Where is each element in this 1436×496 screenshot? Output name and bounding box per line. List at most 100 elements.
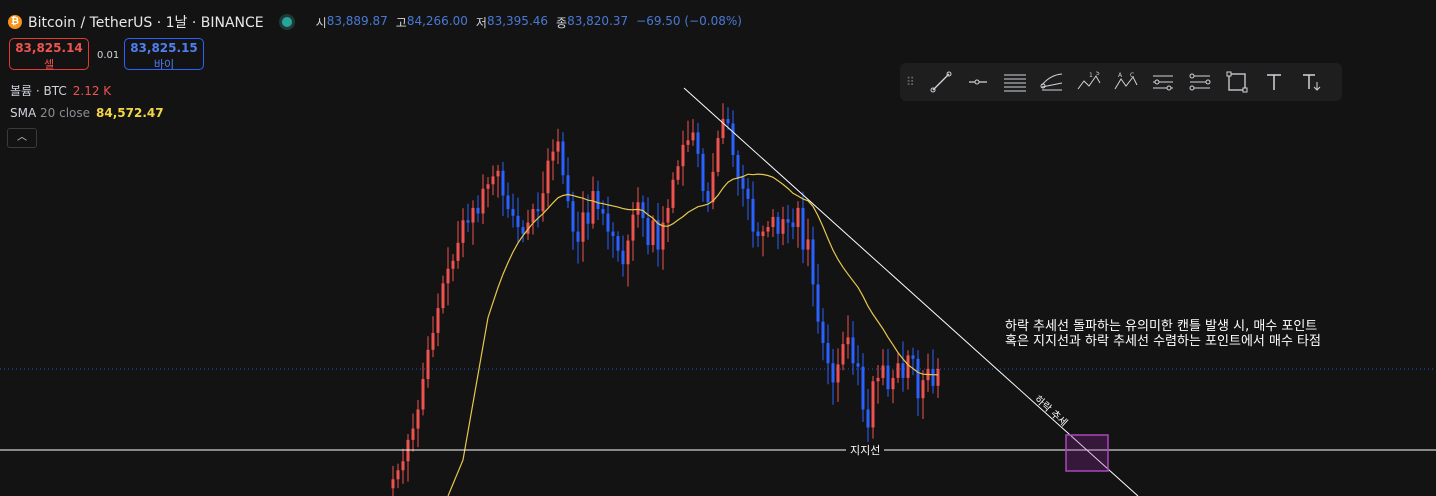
buy-zone-box[interactable]: [1065, 434, 1109, 472]
candle-body: [451, 260, 455, 269]
candle-body: [796, 207, 800, 228]
candle-body: [396, 470, 400, 480]
candle-body: [456, 242, 460, 261]
candle-body: [741, 177, 745, 189]
candle-body: [646, 218, 650, 246]
candle-body: [766, 227, 770, 232]
candle-body: [616, 236, 620, 251]
candle-body: [686, 140, 690, 145]
candle-body: [706, 191, 710, 203]
candle-body: [691, 132, 695, 141]
candle-body: [536, 209, 540, 212]
candle-body: [871, 381, 875, 428]
candle-body: [906, 355, 910, 378]
candle-body: [831, 363, 835, 383]
candle-body: [501, 170, 505, 196]
candle-body: [566, 175, 570, 202]
elliott-wave-icon[interactable]: 15: [1071, 67, 1107, 97]
candle-body: [401, 461, 405, 471]
candle-body: [891, 377, 895, 390]
candle-body: [806, 239, 810, 250]
candle-body: [531, 209, 535, 223]
candle-body: [466, 220, 470, 223]
volume-indicator-legend[interactable]: 볼륨 · BTC 2.12 K: [10, 82, 111, 99]
ohlc-values: 시 83,889.87 고 84,266.00 저 83,395.46 종 83,820…: [315, 13, 742, 30]
buy-button[interactable]: 83,825.15 바이: [124, 38, 204, 71]
strategy-note[interactable]: 하락 추세선 돌파하는 유의미한 캔틀 발생 시, 매수 포인트 혹은 지지선과…: [1005, 319, 1321, 349]
candle-body: [931, 368, 935, 386]
candle-body: [586, 212, 590, 224]
candle-body: [511, 209, 515, 216]
candle-body: [786, 219, 790, 223]
candle-body: [791, 222, 795, 228]
pitchfork-icon[interactable]: [1034, 67, 1070, 97]
parallel-channel-icon[interactable]: [997, 67, 1033, 97]
candle-body: [921, 380, 925, 399]
candle-body: [856, 363, 860, 367]
candle-body: [491, 176, 495, 185]
price-change: −69.50 (−0.08%): [636, 13, 742, 28]
symbol-title[interactable]: Bitcoin / TetherUS · 1날 · BINANCE: [28, 12, 264, 32]
candle-body: [866, 409, 870, 428]
abcd-pattern-icon[interactable]: AC: [1108, 67, 1144, 97]
candle-body: [851, 337, 855, 364]
sma-indicator-legend[interactable]: SMA 20 close 84,572.47: [10, 106, 164, 120]
candle-body: [606, 213, 610, 232]
candle-body: [701, 153, 705, 192]
candle-body: [886, 365, 890, 390]
bitcoin-icon: ₿: [8, 15, 22, 29]
candle-body: [426, 349, 430, 380]
anchored-text-icon[interactable]: [1293, 67, 1329, 97]
candle-body: [521, 227, 525, 234]
candle-body: [846, 337, 850, 345]
horizontal-ray-icon[interactable]: [960, 67, 996, 97]
candle-body: [666, 207, 670, 223]
candle-body: [406, 439, 410, 462]
candle-body: [496, 170, 500, 177]
candle-body: [836, 364, 840, 383]
candle-body: [556, 141, 560, 152]
candle-body: [736, 154, 740, 178]
fib-retracement-icon[interactable]: [1145, 67, 1181, 97]
candle-body: [821, 321, 825, 344]
candle-body: [761, 231, 765, 237]
candle-body: [631, 214, 635, 241]
candle-body: [581, 212, 585, 242]
symbol-header: ₿ Bitcoin / TetherUS · 1날 · BINANCE 시 83,…: [8, 12, 742, 32]
trend-line-icon[interactable]: [923, 67, 959, 97]
candle-body: [461, 220, 465, 243]
fib-extension-icon[interactable]: [1182, 67, 1218, 97]
candle-body: [591, 191, 595, 224]
text-icon[interactable]: [1256, 67, 1292, 97]
candle-body: [726, 118, 730, 124]
candle-body: [716, 138, 720, 172]
candle-body: [421, 379, 425, 410]
rectangle-icon[interactable]: [1219, 67, 1255, 97]
drag-handle-icon[interactable]: ⠿: [906, 75, 922, 89]
candle-body: [676, 166, 680, 180]
candle-body: [811, 239, 815, 285]
candle-body: [481, 188, 485, 214]
svg-text:5: 5: [1096, 71, 1100, 77]
collapse-legend-button[interactable]: ︿: [7, 128, 37, 148]
candle-body: [611, 231, 615, 237]
spread-value: 0.01: [97, 50, 120, 61]
candle-body: [476, 207, 480, 214]
candle-body: [636, 202, 640, 215]
candle-body: [861, 366, 865, 410]
candle-body: [651, 220, 655, 246]
candle-body: [771, 216, 775, 228]
svg-text:1: 1: [1089, 72, 1093, 79]
sell-button[interactable]: 83,825.14 셀: [9, 38, 89, 71]
candle-body: [681, 144, 685, 167]
candle-body: [431, 332, 435, 350]
candle-body: [776, 216, 780, 234]
candle-body: [441, 283, 445, 309]
candle-body: [781, 219, 785, 234]
candle-body: [671, 179, 675, 208]
candle-body: [601, 209, 605, 214]
candle-body: [391, 479, 395, 489]
candle-body: [416, 409, 420, 429]
candle-body: [816, 284, 820, 322]
candle-body: [756, 231, 760, 237]
